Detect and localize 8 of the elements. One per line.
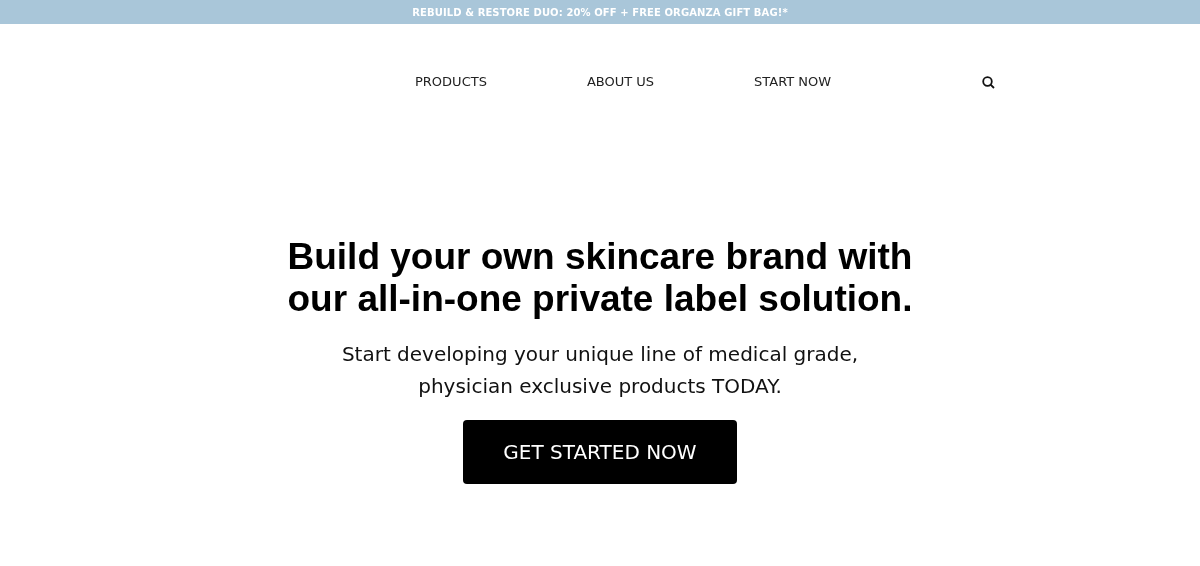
get-started-button[interactable]: GET STARTED NOW	[463, 420, 737, 484]
nav-link[interactable]: PRODUCTS	[415, 73, 487, 89]
announcement-text: REBUILD & RESTORE DUO: 20% OFF + FREE ORGANZA GIFT BAG!*	[412, 6, 788, 18]
nav-link[interactable]: START NOW	[754, 73, 832, 89]
hero-subtitle: Start developing your unique line of medical grade, physician exclusive products TODAY.	[340, 341, 860, 400]
hero-headline: Build your own skincare brand with our all-in-one private label solution.	[286, 236, 914, 320]
search-icon[interactable]	[982, 75, 996, 89]
nav-link[interactable]: ABOUT US	[586, 73, 655, 89]
